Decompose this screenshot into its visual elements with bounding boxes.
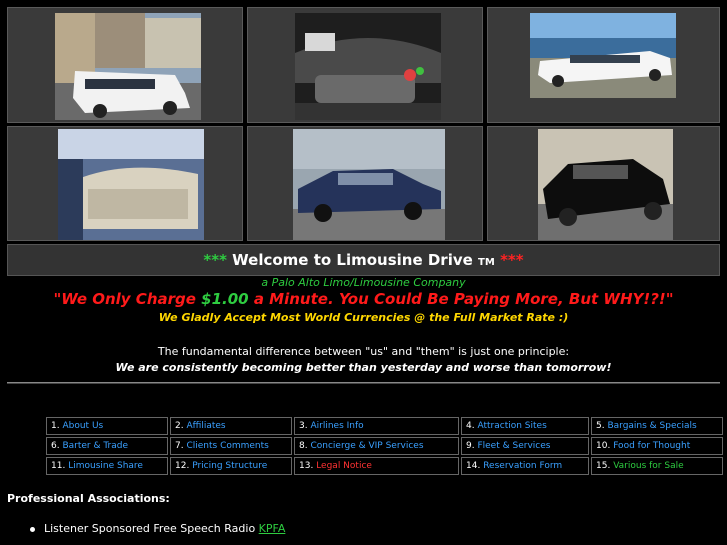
nav-number: 12.: [175, 461, 190, 471]
divider: [7, 382, 720, 384]
nav-link-affiliates[interactable]: Affiliates: [186, 421, 225, 431]
nav-cell: 15. Various for Sale: [591, 457, 723, 475]
nav-link-clients-comments[interactable]: Clients Comments: [186, 441, 268, 451]
principle-statement: We are consistently becoming better than…: [115, 361, 612, 374]
nav-number: 8.: [299, 441, 308, 451]
gallery-cell: [247, 7, 483, 123]
nav-link-reservation-form[interactable]: Reservation Form: [483, 461, 562, 471]
nav-link-limousine-share[interactable]: Limousine Share: [68, 461, 143, 471]
nav-number: 13.: [299, 461, 314, 471]
nav-link-concierge-vip[interactable]: Concierge & VIP Services: [310, 441, 423, 451]
nav-number: 10.: [596, 441, 611, 451]
nav-number: 15.: [596, 461, 611, 471]
nav-link-legal-notice[interactable]: Legal Notice: [316, 461, 372, 471]
pricing-tagline: "We Only Charge $1.00 a Minute. You Coul…: [0, 290, 727, 308]
decorative-stars-left: ***: [203, 251, 227, 269]
blue-lincoln-sedan-photo[interactable]: [293, 129, 445, 240]
black-lincoln-sedan-photo[interactable]: [538, 129, 673, 240]
nav-row: 6. Barter & Trade 7. Clients Comments 8.…: [46, 437, 723, 455]
nav-cell: 7. Clients Comments: [170, 437, 292, 455]
gallery-cell: [7, 7, 243, 123]
lincoln-rear-seat-photo[interactable]: [58, 129, 204, 240]
nav-row: 11. Limousine Share 12. Pricing Structur…: [46, 457, 723, 475]
photo-gallery: [7, 7, 720, 241]
nav-link-about-us[interactable]: About Us: [62, 421, 103, 431]
nav-number: 2.: [175, 421, 184, 431]
page-title: Welcome to Limousine Drive: [232, 251, 473, 269]
nav-number: 14.: [466, 461, 481, 471]
bullet-icon: [30, 526, 35, 532]
list-item: Listener Sponsored Free Speech Radio KPF…: [30, 522, 285, 535]
difference-statement: The fundamental difference between "us" …: [157, 345, 570, 358]
nav-number: 6.: [51, 441, 60, 451]
nav-link-various-for-sale[interactable]: Various for Sale: [613, 461, 683, 471]
nav-cell: 8. Concierge & VIP Services: [294, 437, 459, 455]
nav-link-pricing-structure[interactable]: Pricing Structure: [192, 461, 267, 471]
nav-cell: 13. Legal Notice: [294, 457, 459, 475]
nav-cell: 3. Airlines Info: [294, 417, 459, 435]
nav-number: 4.: [466, 421, 475, 431]
trademark-mark: TM: [478, 257, 495, 268]
nav-number: 9.: [466, 441, 475, 451]
welcome-banner: *** Welcome to Limousine Drive TM ***: [7, 244, 720, 276]
nav-link-fleet-services[interactable]: Fleet & Services: [477, 441, 550, 451]
limo-interior-bar-photo[interactable]: [295, 13, 441, 120]
gallery-cell: [487, 7, 720, 123]
price-amount: $1.00: [201, 290, 249, 308]
nav-link-barter-trade[interactable]: Barter & Trade: [62, 441, 128, 451]
nav-link-food-for-thought[interactable]: Food for Thought: [613, 441, 690, 451]
nav-cell: 1. About Us: [46, 417, 168, 435]
nav-row: 1. About Us 2. Affiliates 3. Airlines In…: [46, 417, 723, 435]
nav-link-bargains-specials[interactable]: Bargains & Specials: [607, 421, 696, 431]
pricing-tagline-prefix: "We Only Charge: [53, 290, 202, 308]
nav-number: 3.: [299, 421, 308, 431]
associations-heading: Professional Associations:: [7, 492, 170, 505]
nav-cell: 11. Limousine Share: [46, 457, 168, 475]
company-subtitle: a Palo Alto Limo/Limousine Company: [261, 276, 466, 289]
gallery-cell: [247, 126, 483, 241]
currency-note: We Gladly Accept Most World Currencies @…: [158, 311, 569, 324]
nav-link-attraction-sites[interactable]: Attraction Sites: [477, 421, 546, 431]
nav-cell: 14. Reservation Form: [461, 457, 589, 475]
nav-cell: 5. Bargains & Specials: [591, 417, 723, 435]
pricing-tagline-suffix: a Minute. You Could Be Paying More, But …: [248, 290, 674, 308]
nav-number: 1.: [51, 421, 60, 431]
decorative-stars-right: ***: [500, 251, 524, 269]
white-limo-street-photo[interactable]: [55, 13, 201, 120]
nav-number: 5.: [596, 421, 605, 431]
nav-cell: 12. Pricing Structure: [170, 457, 292, 475]
nav-cell: 10. Food for Thought: [591, 437, 723, 455]
white-stretch-limo-waterfront-photo[interactable]: [530, 13, 676, 98]
nav-cell: 4. Attraction Sites: [461, 417, 589, 435]
site-navigation: 1. About Us 2. Affiliates 3. Airlines In…: [44, 415, 725, 477]
gallery-cell: [487, 126, 720, 241]
nav-cell: 6. Barter & Trade: [46, 437, 168, 455]
nav-number: 11.: [51, 461, 66, 471]
kpfa-link[interactable]: KPFA: [259, 522, 286, 535]
association-text: Listener Sponsored Free Speech Radio: [44, 522, 259, 535]
nav-cell: 2. Affiliates: [170, 417, 292, 435]
nav-link-airlines-info[interactable]: Airlines Info: [310, 421, 363, 431]
nav-cell: 9. Fleet & Services: [461, 437, 589, 455]
nav-number: 7.: [175, 441, 184, 451]
gallery-cell: [7, 126, 243, 241]
